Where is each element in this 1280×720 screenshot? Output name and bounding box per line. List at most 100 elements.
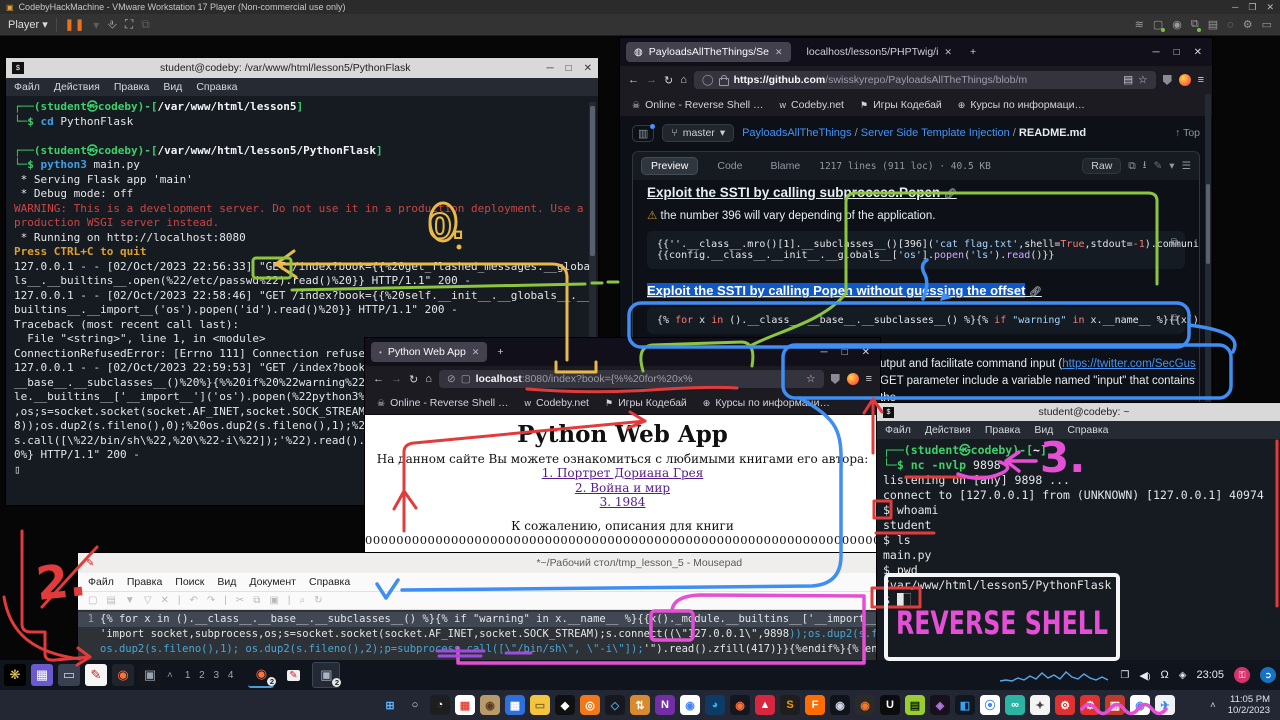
breadcrumb-repo-link[interactable]: PayloadsAllTheThings	[742, 127, 851, 139]
anchor-link-icon[interactable]: 🔗︎	[944, 189, 957, 200]
toolbar-icon[interactable]: ✂	[236, 595, 244, 606]
spiky-app-icon[interactable]: ✦	[1030, 695, 1050, 715]
tab-code[interactable]: Code	[708, 158, 751, 174]
dropdown-caret-icon[interactable]: ▾	[1169, 160, 1174, 172]
display-app-icon[interactable]: ▦	[31, 664, 53, 686]
bookmark-item[interactable]: ⚑Игры Кодебай	[860, 99, 942, 111]
workspace-pager[interactable]: 1 2 3 4	[185, 670, 237, 681]
menu-item[interactable]: Действия	[925, 424, 971, 436]
breadcrumb-folder-link[interactable]: Server Side Template Injection	[861, 127, 1010, 139]
new-tab-button[interactable]: +	[970, 46, 976, 58]
red-gear-icon-2[interactable]: ⚙	[1080, 695, 1100, 715]
menu-item[interactable]: Файл	[885, 424, 911, 436]
bookmark-item[interactable]: ⚑Игры Кодебай	[605, 397, 687, 409]
visual-studio-icon[interactable]: ◈	[930, 695, 950, 715]
menu-icon[interactable]: ≡	[1198, 74, 1204, 86]
edge-icon[interactable]: ◕	[705, 695, 725, 715]
lock-tray-icon[interactable]: ⚿︎	[1234, 667, 1250, 683]
menu-item[interactable]: Действия	[54, 81, 100, 93]
url-bar[interactable]: ⊘ ▢ localhost:8080/index?book={%%20for%2…	[439, 370, 824, 388]
mover-icon[interactable]: ⇅	[630, 695, 650, 715]
edit-icon[interactable]: ✎	[1153, 160, 1162, 172]
menu-item[interactable]: Документ	[249, 576, 296, 588]
toolbar-icon[interactable]: ▤	[106, 595, 115, 606]
copy-icon[interactable]: ⧉	[1128, 160, 1136, 173]
usb-icon[interactable]: ≋	[1135, 18, 1144, 31]
settings-device-icon[interactable]: ⚙	[1243, 18, 1253, 31]
minimize-icon[interactable]: ─	[546, 63, 553, 74]
onenote-icon[interactable]: N	[655, 695, 675, 715]
start-button[interactable]: ⊞	[380, 695, 400, 715]
red-gear-icon-1[interactable]: ⚙	[1055, 695, 1075, 715]
code-block-popen-no-offset[interactable]: {% for x in ().__class__.__base__.__subc…	[647, 307, 1185, 334]
reload-icon[interactable]: ↻	[409, 373, 418, 386]
home-icon[interactable]: ⌂	[425, 373, 432, 385]
fullscreen-icon[interactable]: ⛶	[125, 17, 133, 32]
terminal-output[interactable]: ┌──(student㉿codeby)-[~]└─$ nc -nvlp 9898…	[877, 439, 1280, 660]
menu-item[interactable]: Справка	[196, 81, 237, 93]
chrome-icon[interactable]: ◉	[680, 695, 700, 715]
twitter-link[interactable]: https://twitter.com/SecGus	[1062, 358, 1196, 370]
explorer-icon[interactable]: ▭	[530, 695, 550, 715]
menu-item[interactable]: Файл	[14, 81, 40, 93]
sublime-icon[interactable]: S	[780, 695, 800, 715]
toolbar-icon[interactable]: ✕	[161, 595, 169, 606]
sidebar-toggle-icon[interactable]: ▥	[632, 125, 654, 142]
bookmark-item[interactable]: ☠Online - Reverse Shell …	[377, 397, 509, 409]
speedtest-icon[interactable]: ◔	[430, 695, 450, 715]
maximize-icon[interactable]: □	[1174, 47, 1180, 58]
bookmark-star-icon[interactable]: ☆	[1138, 74, 1147, 86]
codeby-logo-icon[interactable]: ❋	[4, 664, 26, 686]
menu-item[interactable]: Файл	[88, 576, 114, 588]
maximize-icon[interactable]: □	[566, 63, 572, 74]
toolbar-icon[interactable]: ↻	[314, 595, 322, 606]
forward-icon[interactable]: →	[391, 373, 402, 385]
toolbar-icon[interactable]: ⌕	[300, 595, 306, 606]
display-device-icon[interactable]: ▢	[1153, 18, 1163, 31]
mousepad-window-button[interactable]: ✎	[280, 663, 306, 687]
search-button[interactable]: ○	[405, 695, 425, 715]
clock[interactable]: 23:05	[1196, 669, 1224, 681]
pin-app-icon[interactable]: ✈	[1155, 695, 1175, 715]
sound-device-icon[interactable]: ◌	[1227, 19, 1234, 31]
bell-icon[interactable]: Ω	[1161, 669, 1169, 681]
outline-icon[interactable]: ☰	[1182, 160, 1191, 172]
tab-preview[interactable]: Preview	[641, 157, 698, 175]
firefox-account-icon[interactable]	[847, 373, 859, 385]
forward-icon[interactable]: →	[646, 74, 657, 86]
ctrl-alt-del-icon[interactable]: ⎀	[107, 17, 117, 32]
url-bar[interactable]: ◯ https://github.com/swisskyrepo/Payload…	[694, 71, 1156, 89]
vscode-icon[interactable]: ◧	[955, 695, 975, 715]
bookmark-item[interactable]: ☠Online - Reverse Shell …	[632, 99, 764, 111]
close-icon[interactable]: ✕	[584, 63, 592, 74]
firefox-app-icon[interactable]: ◉	[112, 664, 134, 686]
download-icon[interactable]: ⭳	[1143, 157, 1147, 175]
player-menu[interactable]: Player ▾	[8, 18, 48, 31]
f-app-icon[interactable]: F	[805, 695, 825, 715]
pause-dropdown-icon[interactable]: ▾	[93, 18, 99, 32]
pause-button[interactable]: ❚❚	[65, 18, 85, 31]
firefox-account-icon[interactable]	[1179, 74, 1191, 86]
menu-item[interactable]: Справка	[309, 576, 350, 588]
tab-python-web-app[interactable]: • Python Web App✕	[371, 342, 487, 362]
bookmark-item[interactable]: ⊕Курсы по информаци…	[703, 397, 830, 409]
window-tray-icon[interactable]: ❐	[1120, 670, 1129, 681]
terminal-titlebar[interactable]: $ student@codeby: /var/www/html/lesson5/…	[6, 58, 598, 78]
toolbar-icon[interactable]: ↷	[207, 595, 215, 606]
anchor-link-icon[interactable]: 🔗︎	[1029, 287, 1042, 298]
close-tab-icon[interactable]: ✕	[944, 47, 952, 58]
scrollbar[interactable]	[1205, 94, 1211, 418]
minimize-icon[interactable]: ─	[820, 347, 827, 358]
menu-item[interactable]: Справка	[1067, 424, 1108, 436]
sync-tray-icon[interactable]: ➲	[1260, 667, 1276, 683]
adblock-shield-icon[interactable]	[831, 374, 840, 384]
calendar-icon[interactable]: ▦	[505, 695, 525, 715]
close-icon[interactable]: ✕	[1194, 47, 1202, 58]
photos-icon[interactable]: ▦	[455, 695, 475, 715]
cd-device-icon[interactable]: ◉	[1172, 18, 1182, 31]
close-tab-icon[interactable]: ✕	[775, 47, 783, 58]
terminal-app-icon[interactable]: ▣	[139, 664, 161, 686]
branch-selector[interactable]: ⑂master ▾	[662, 124, 734, 142]
menu-item[interactable]: Вид	[163, 81, 182, 93]
toolbar-icon[interactable]: ▽	[144, 595, 152, 606]
